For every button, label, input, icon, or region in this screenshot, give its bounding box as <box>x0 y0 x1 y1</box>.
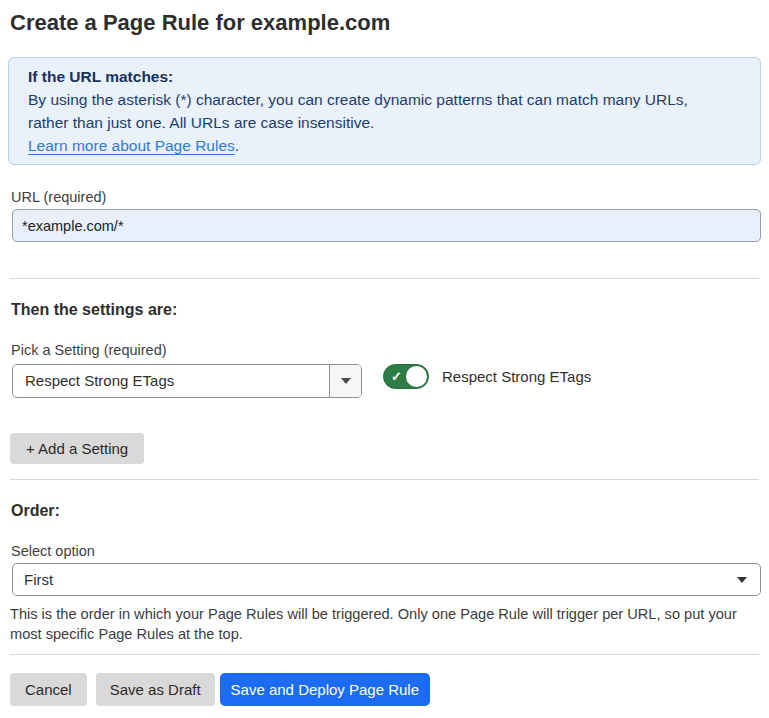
order-select-label: Select option <box>11 542 769 560</box>
action-buttons: Cancel Save as Draft Save and Deploy Pag… <box>10 673 769 706</box>
learn-more-link[interactable]: Learn more about Page Rules <box>28 137 235 154</box>
divider <box>10 278 759 279</box>
cancel-button[interactable]: Cancel <box>10 673 87 706</box>
pick-setting-label: Pick a Setting (required) <box>11 341 769 359</box>
toggle-label: Respect Strong ETags <box>442 364 591 389</box>
url-label: URL (required) <box>11 188 769 206</box>
setting-row: Respect Strong ETags ✓ Respect Strong ET… <box>12 364 769 398</box>
add-setting-button[interactable]: + Add a Setting <box>10 433 144 464</box>
link-period: . <box>235 137 239 154</box>
url-match-info-box: If the URL matches: By using the asteris… <box>8 57 761 165</box>
setting-toggle[interactable]: ✓ <box>383 364 429 389</box>
order-heading: Order: <box>11 502 769 519</box>
setting-select[interactable]: Respect Strong ETags <box>12 364 362 398</box>
settings-heading: Then the settings are: <box>11 301 769 318</box>
info-box-body: By using the asterisk (*) character, you… <box>28 88 713 134</box>
dropdown-arrow-icon <box>341 378 351 384</box>
divider <box>10 479 759 480</box>
toggle-knob <box>406 366 427 387</box>
setting-select-arrow-button[interactable] <box>329 365 361 397</box>
order-select-value: First <box>13 571 737 588</box>
save-draft-button[interactable]: Save as Draft <box>96 673 215 706</box>
chevron-down-icon <box>737 577 747 583</box>
order-select[interactable]: First <box>12 563 761 596</box>
check-icon: ✓ <box>391 369 402 384</box>
page-title: Create a Page Rule for example.com <box>10 8 769 37</box>
order-help-text: This is the order in which your Page Rul… <box>10 604 745 644</box>
url-input[interactable] <box>12 209 761 242</box>
divider <box>10 654 759 655</box>
setting-select-value: Respect Strong ETags <box>13 365 329 397</box>
info-link-line: Learn more about Page Rules. <box>28 134 741 157</box>
save-deploy-button[interactable]: Save and Deploy Page Rule <box>220 673 430 706</box>
info-box-heading: If the URL matches: <box>28 65 741 88</box>
